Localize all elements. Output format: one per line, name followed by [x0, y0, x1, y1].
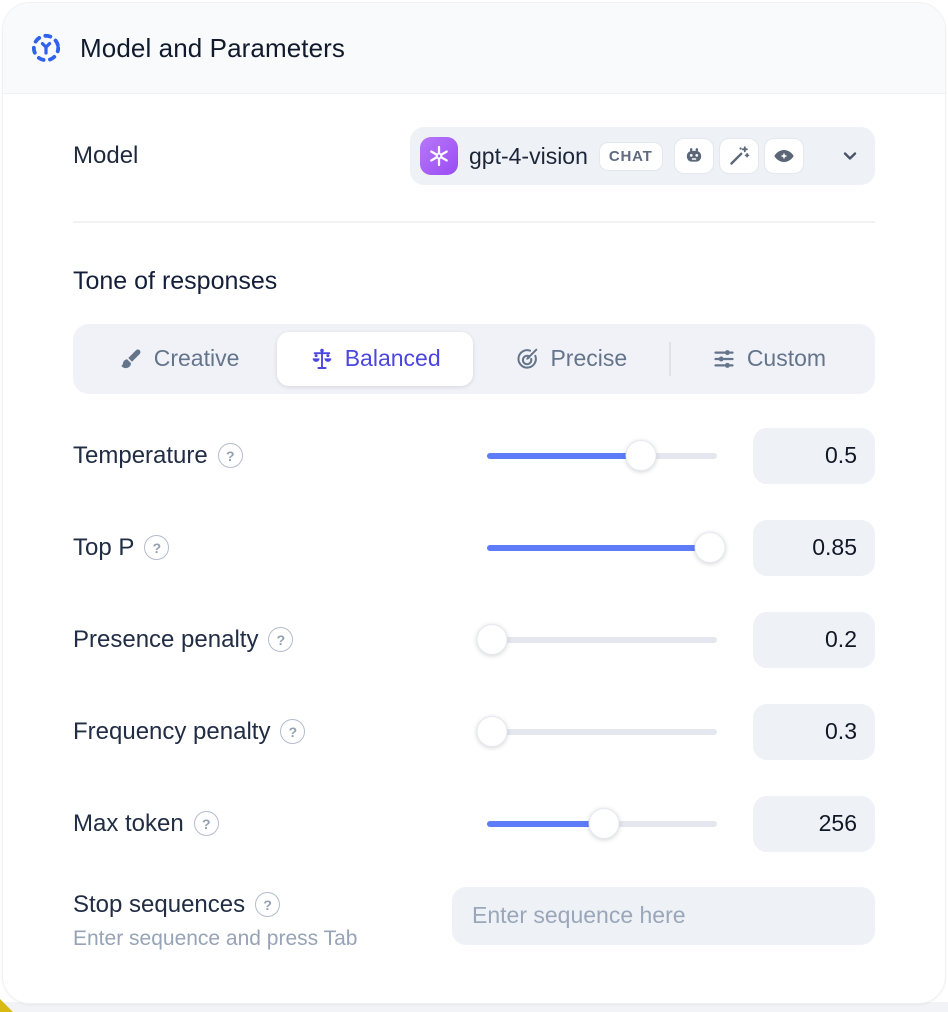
tab-creative[interactable]: Creative — [81, 332, 277, 386]
help-icon[interactable]: ? — [144, 535, 169, 560]
model-capability-badges — [674, 138, 804, 174]
tab-label: Precise — [550, 345, 627, 372]
tab-custom[interactable]: Custom — [671, 332, 867, 386]
tab-label: Balanced — [345, 345, 441, 372]
model-select-dropdown[interactable]: gpt-4-vision CHAT — [410, 127, 875, 185]
model-row: Model gpt-4-vi — [73, 127, 875, 185]
stop-sequences-label: Stop sequences — [73, 891, 245, 919]
stop-sequences-hint: Enter sequence and press Tab — [73, 927, 452, 951]
help-icon[interactable]: ? — [194, 811, 219, 836]
max-token-value[interactable]: 256 — [753, 796, 875, 852]
stop-sequence-input[interactable] — [452, 887, 875, 945]
magic-wand-icon — [719, 138, 759, 174]
bot-icon — [674, 138, 714, 174]
model-label: Model — [73, 142, 138, 170]
model-parameters-panel: Model and Parameters Model — [2, 2, 946, 1004]
tone-tab-bar: Creative Balanced — [73, 324, 875, 394]
background-corner-accent — [0, 999, 13, 1012]
slider-thumb[interactable] — [626, 440, 657, 471]
paintbrush-icon — [119, 347, 143, 371]
help-icon[interactable]: ? — [268, 627, 293, 652]
top-p-slider[interactable] — [477, 531, 727, 564]
slider-thumb[interactable] — [589, 808, 620, 839]
param-row-frequency-penalty: Frequency penalty ? 0.3 — [73, 703, 875, 761]
param-row-presence-penalty: Presence penalty ? 0.2 — [73, 611, 875, 669]
param-label: Frequency penalty — [73, 718, 270, 746]
target-icon — [515, 347, 539, 371]
presence-penalty-value[interactable]: 0.2 — [753, 612, 875, 668]
param-label: Presence penalty — [73, 626, 258, 654]
model-hub-icon — [29, 31, 63, 65]
slider-thumb[interactable] — [695, 532, 726, 563]
param-row-top-p: Top P ? 0.85 — [73, 519, 875, 577]
param-label: Temperature — [73, 442, 208, 470]
vision-eye-icon — [764, 138, 804, 174]
frequency-penalty-value[interactable]: 0.3 — [753, 704, 875, 760]
temperature-slider[interactable] — [477, 439, 727, 472]
param-label: Max token — [73, 810, 184, 838]
stop-sequences-row: Stop sequences ? Enter sequence and pres… — [73, 887, 875, 951]
param-row-temperature: Temperature ? 0.5 — [73, 427, 875, 485]
max-token-slider[interactable] — [477, 807, 727, 840]
slider-thumb[interactable] — [476, 716, 507, 747]
param-label: Top P — [73, 534, 134, 562]
tab-precise[interactable]: Precise — [473, 332, 669, 386]
tab-label: Custom — [747, 345, 826, 372]
help-icon[interactable]: ? — [280, 719, 305, 744]
help-icon[interactable]: ? — [255, 892, 280, 917]
model-type-badge: CHAT — [599, 142, 663, 171]
help-icon[interactable]: ? — [218, 443, 243, 468]
panel-header: Model and Parameters — [3, 3, 945, 94]
tab-label: Creative — [154, 345, 240, 372]
parameter-list: Temperature ? 0.5 Top P ? — [73, 427, 875, 853]
chevron-down-icon — [839, 145, 861, 167]
sliders-icon — [712, 347, 736, 371]
slider-thumb[interactable] — [476, 624, 507, 655]
panel-title: Model and Parameters — [80, 33, 345, 64]
selected-model-name: gpt-4-vision — [469, 143, 588, 170]
param-row-max-token: Max token ? 256 — [73, 795, 875, 853]
section-divider — [73, 221, 875, 223]
temperature-value[interactable]: 0.5 — [753, 428, 875, 484]
presence-penalty-slider[interactable] — [477, 623, 727, 656]
openai-logo-icon — [420, 137, 458, 175]
frequency-penalty-slider[interactable] — [477, 715, 727, 748]
tone-heading: Tone of responses — [73, 267, 875, 296]
tab-balanced[interactable]: Balanced — [277, 332, 473, 386]
top-p-value[interactable]: 0.85 — [753, 520, 875, 576]
balance-scale-icon — [310, 347, 334, 371]
